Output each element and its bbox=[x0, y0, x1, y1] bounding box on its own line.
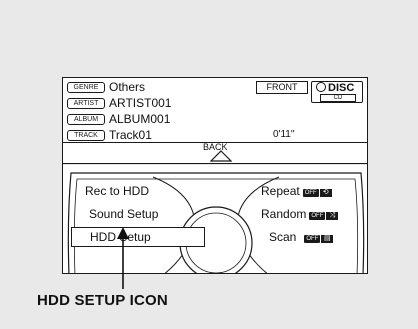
album-value: ALBUM001 bbox=[109, 112, 171, 126]
front-source-indicator: FRONT bbox=[256, 81, 308, 94]
elapsed-time: 0'11'' bbox=[273, 129, 295, 140]
repeat-icon: ⟲ bbox=[319, 189, 332, 197]
scan-label: Scan bbox=[269, 230, 297, 244]
disc-text: DISC bbox=[328, 82, 355, 94]
random-button[interactable]: Random OFF ⤨ bbox=[261, 207, 339, 221]
disc-source-indicator: DISC CD bbox=[311, 81, 363, 103]
random-off-badge: OFF bbox=[309, 212, 326, 220]
album-tag: ALBUM bbox=[67, 114, 105, 125]
track-value: Track01 bbox=[109, 128, 152, 142]
back-arrow-icon[interactable] bbox=[210, 150, 232, 162]
genre-tag: GENRE bbox=[67, 82, 105, 93]
disc-icon bbox=[316, 82, 326, 92]
callout-caption: HDD SETUP ICON bbox=[37, 292, 168, 309]
track-tag: TRACK bbox=[67, 130, 105, 141]
control-panel: Rec to HDD Sound Setup HDD Setup Repeat O… bbox=[63, 163, 367, 273]
cd-label: CD bbox=[320, 94, 356, 102]
rec-to-hdd-button[interactable]: Rec to HDD bbox=[85, 184, 149, 198]
sound-setup-button[interactable]: Sound Setup bbox=[89, 207, 158, 221]
repeat-label: Repeat bbox=[261, 184, 300, 198]
display-screen: GENRE Others ARTIST ARTIST001 ALBUM ALBU… bbox=[62, 77, 368, 274]
artist-tag: ARTIST bbox=[67, 98, 105, 109]
shuffle-icon: ⤨ bbox=[326, 212, 339, 220]
scan-off-badge: OFF bbox=[304, 235, 321, 243]
scan-icon: ▤ bbox=[321, 235, 334, 243]
repeat-off-badge: OFF bbox=[302, 189, 319, 197]
hdd-setup-button[interactable]: HDD Setup bbox=[71, 227, 205, 247]
random-label: Random bbox=[261, 207, 307, 221]
genre-value: Others bbox=[109, 80, 146, 94]
scan-button[interactable]: Scan OFF ▤ bbox=[269, 230, 334, 244]
repeat-button[interactable]: Repeat OFF ⟲ bbox=[261, 184, 332, 198]
disc-label: DISC bbox=[316, 82, 354, 94]
callout-pointer-icon bbox=[117, 227, 129, 289]
artist-value: ARTIST001 bbox=[109, 96, 172, 110]
